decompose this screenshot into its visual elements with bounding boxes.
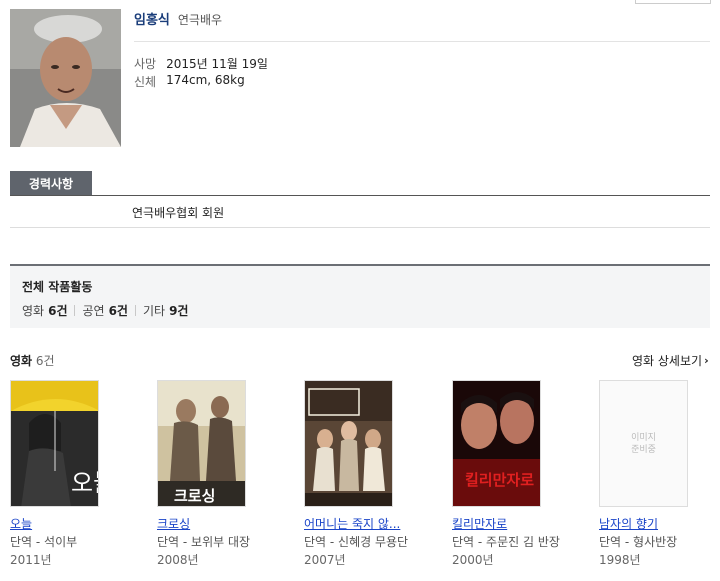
count-label: 영화 <box>22 304 45 318</box>
film-poster[interactable]: 오늘 <box>10 380 99 507</box>
summary-title: 전체 작품활동 <box>22 280 93 294</box>
person-role: 연극배우 <box>177 13 223 27</box>
works-summary: 전체 작품활동 영화 6건 공연 6건 기타 9건 <box>10 264 710 328</box>
body-info: 신체 174cm, 68kg <box>134 73 245 89</box>
chevron-right-icon: › <box>704 354 709 367</box>
poster-title-kilimanjaro: 킬리만자로 <box>465 471 534 489</box>
film-card: 크로싱 크로싱 단역 - 보위부 대장 2008년 <box>157 380 297 568</box>
no-image-text: 준비중 <box>631 444 656 455</box>
films-section-title: 영화 6건 <box>10 352 55 369</box>
film-poster[interactable]: 크로싱 <box>157 380 246 507</box>
film-role: 단역 - 주문진 김 반장 <box>452 535 560 549</box>
count-value: 6건 <box>48 304 68 318</box>
count-other[interactable]: 기타 9건 <box>143 302 188 319</box>
film-details-link[interactable]: 영화 상세보기 › <box>632 352 709 369</box>
count-film[interactable]: 영화 6건 <box>22 302 67 319</box>
film-title-link[interactable]: 어머니는 죽지 않... <box>304 516 444 532</box>
profile-name-row: 임홍식 연극배우 <box>134 9 223 28</box>
divider <box>134 41 710 42</box>
count-label: 공연 <box>82 304 105 318</box>
film-details-label: 영화 상세보기 <box>632 354 703 368</box>
career-text: 연극배우협회 회원 <box>132 206 225 220</box>
film-title-link[interactable]: 남자의 향기 <box>599 516 720 532</box>
separator <box>74 305 76 316</box>
film-card: 어머니는 죽지 않... 단역 - 신혜경 무용단 2007년 <box>304 380 444 568</box>
no-image-placeholder[interactable]: 이미지 준비중 <box>599 380 688 507</box>
film-year: 2007년 <box>304 553 346 567</box>
career-divider <box>10 195 710 196</box>
film-title-link[interactable]: 킬리만자로 <box>452 516 592 532</box>
film-year: 2008년 <box>157 553 199 567</box>
films-section-count: 6건 <box>35 354 55 368</box>
film-poster[interactable]: 킬리만자로 <box>452 380 541 507</box>
profile-photo <box>10 9 121 147</box>
count-stage[interactable]: 공연 6건 <box>82 302 127 319</box>
film-poster[interactable] <box>304 380 393 507</box>
tab-career[interactable]: 경력사항 <box>10 171 92 196</box>
film-title-link[interactable]: 크로싱 <box>157 516 297 532</box>
film-role: 단역 - 형사반장 <box>599 535 678 549</box>
films-section-label: 영화 <box>10 354 33 368</box>
count-value: 9건 <box>169 304 189 318</box>
film-card: 이미지 준비중 남자의 향기 단역 - 형사반장 1998년 <box>599 380 720 568</box>
film-role: 단역 - 보위부 대장 <box>157 535 251 549</box>
summary-counts: 영화 6건 공연 6건 기타 9건 <box>22 302 188 319</box>
poster-title-crossing: 크로싱 <box>174 487 215 505</box>
poster-title-today: 오늘 <box>71 469 99 497</box>
separator <box>134 305 136 316</box>
count-label: 기타 <box>142 304 166 318</box>
career-bottom-divider <box>10 227 710 228</box>
film-role: 단역 - 석이부 <box>10 535 78 549</box>
film-role: 단역 - 신혜경 무용단 <box>304 535 409 549</box>
film-title-link[interactable]: 오늘 <box>10 516 150 532</box>
death-value: 2015년 11월 19일 <box>166 57 268 71</box>
film-card: 킬리만자로 킬리만자로 단역 - 주문진 김 반장 2000년 <box>452 380 592 568</box>
death-info: 사망 2015년 11월 19일 <box>134 55 268 71</box>
film-card: 오늘 오늘 단역 - 석이부 2011년 <box>10 380 150 568</box>
film-year: 2000년 <box>452 553 494 567</box>
death-label: 사망 <box>134 57 157 71</box>
person-name: 임홍식 <box>134 13 170 28</box>
body-value: 174cm, 68kg <box>166 73 245 87</box>
no-image-text: 이미지 <box>631 432 656 443</box>
film-year: 1998년 <box>599 553 641 567</box>
body-label: 신체 <box>134 75 157 89</box>
top-right-button-edge[interactable] <box>635 0 711 4</box>
film-year: 2011년 <box>10 553 52 567</box>
count-value: 6건 <box>108 304 128 318</box>
